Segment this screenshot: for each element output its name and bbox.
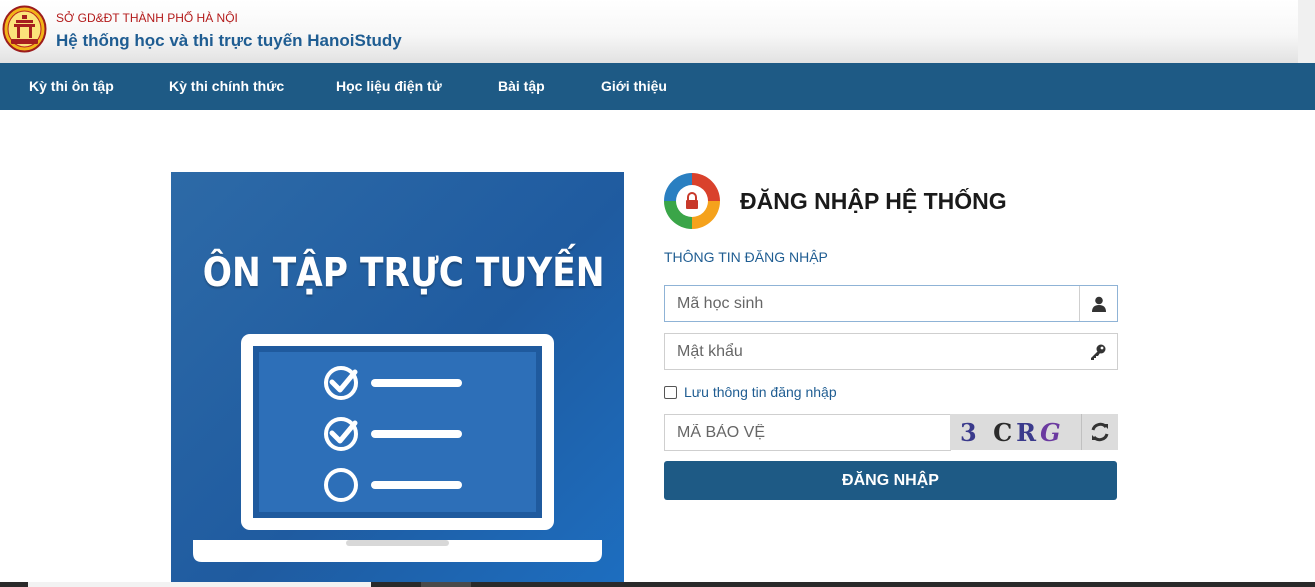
laptop-checklist-icon — [193, 334, 602, 562]
captcha-field — [664, 414, 951, 451]
key-icon — [1079, 334, 1117, 369]
captcha-image: 3 CRG — [950, 414, 1081, 450]
nav-item-gioi-thieu[interactable]: Giới thiệu — [601, 63, 667, 110]
bottom-strip-mid — [421, 582, 471, 587]
nav-item-bai-tap[interactable]: Bài tập — [498, 63, 545, 110]
promo-banner: ÔN TẬP TRỰC TUYẾN — [171, 172, 624, 587]
password-input[interactable] — [665, 334, 1079, 369]
remember-login-label[interactable]: Lưu thông tin đăng nhập — [684, 384, 837, 400]
login-button[interactable]: ĐĂNG NHẬP — [664, 461, 1117, 500]
nav-item-hoc-lieu-dien-tu[interactable]: Học liệu điện tử — [336, 63, 442, 110]
student-id-field — [664, 285, 1118, 322]
user-icon — [1079, 286, 1117, 321]
captcha-text: 3 CRG — [960, 418, 1065, 447]
main-nav: Kỳ thi ôn tập Kỳ thi chính thức Học liệu… — [0, 63, 1315, 110]
login-title: ĐĂNG NHẬP HỆ THỐNG — [740, 188, 1007, 214]
secure-login-icon — [664, 173, 720, 229]
hanoi-emblem-icon[interactable] — [2, 5, 47, 53]
bottom-strip — [0, 582, 1315, 587]
nav-item-ky-thi-on-tap[interactable]: Kỳ thi ôn tập — [29, 63, 114, 110]
refresh-icon[interactable] — [1081, 414, 1118, 450]
org-name: SỞ GD&ĐT THÀNH PHỐ HÀ NỘI — [56, 11, 238, 25]
checkbox-box[interactable] — [664, 385, 677, 399]
password-field — [664, 333, 1118, 370]
login-section-label: THÔNG TIN ĐĂNG NHẬP — [664, 249, 828, 265]
nav-item-ky-thi-chinh-thuc[interactable]: Kỳ thi chính thức — [169, 63, 284, 110]
captcha-input[interactable] — [665, 415, 950, 450]
site-header: SỞ GD&ĐT THÀNH PHỐ HÀ NỘI Hệ thống học v… — [0, 0, 1315, 63]
system-name[interactable]: Hệ thống học và thi trực tuyến HanoiStud… — [56, 31, 402, 51]
banner-title: ÔN TẬP TRỰC TUYẾN — [202, 250, 605, 296]
student-id-input[interactable] — [665, 286, 1079, 321]
bottom-strip-light — [28, 582, 371, 587]
remember-login-checkbox[interactable]: Lưu thông tin đăng nhập — [664, 383, 837, 401]
